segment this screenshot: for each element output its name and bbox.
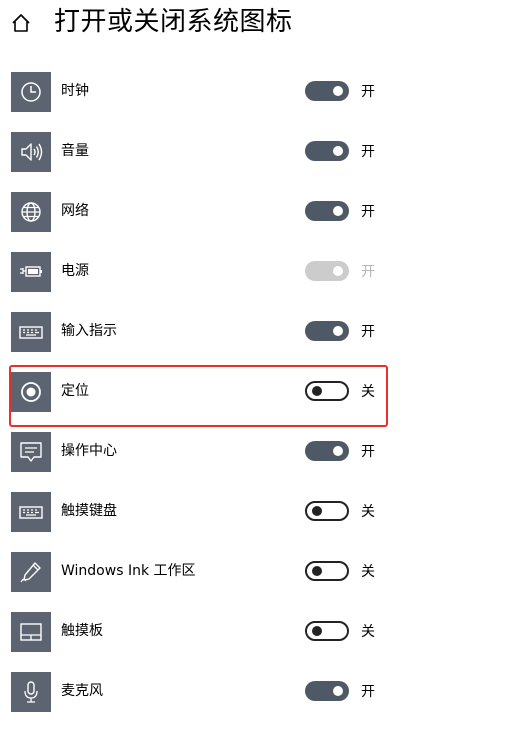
toggle-state-label: 关	[361, 504, 375, 520]
toggle-state-label: 开	[361, 144, 375, 160]
page-header: 打开或关闭系统图标	[0, 0, 509, 50]
setting-row-action-center: 操作中心 开	[0, 426, 509, 486]
setting-row-clock: 时钟 开	[0, 66, 509, 126]
toggle-knob	[333, 206, 343, 216]
volume-toggle[interactable]	[305, 141, 349, 161]
toggle-state-label: 开	[361, 264, 375, 280]
setting-label: 音量	[61, 143, 89, 159]
input-indicator-toggle[interactable]	[305, 321, 349, 341]
action-center-icon	[11, 432, 51, 472]
power-toggle	[305, 261, 349, 281]
setting-label: 操作中心	[61, 443, 117, 459]
setting-row-input-indicator: 输入指示 开	[0, 306, 509, 366]
setting-label: 输入指示	[61, 323, 117, 339]
microphone-icon	[11, 672, 51, 712]
clock-icon	[11, 72, 51, 112]
setting-label: 麦克风	[61, 683, 103, 699]
touch-keyboard-icon	[11, 492, 51, 532]
toggle-state-label: 关	[361, 564, 375, 580]
toggle-state-label: 开	[361, 204, 375, 220]
globe-icon	[11, 192, 51, 232]
toggle-state-label: 关	[361, 624, 375, 640]
toggle-knob	[333, 146, 343, 156]
setting-label: 网络	[61, 203, 89, 219]
home-icon[interactable]	[10, 12, 32, 34]
toggle-knob	[312, 626, 322, 636]
toggle-knob	[333, 86, 343, 96]
touchpad-toggle[interactable]	[305, 621, 349, 641]
toggle-knob	[333, 446, 343, 456]
setting-row-touch-keyboard: 触摸键盘 关	[0, 486, 509, 546]
setting-label: 时钟	[61, 83, 89, 99]
network-toggle[interactable]	[305, 201, 349, 221]
action-center-toggle[interactable]	[305, 441, 349, 461]
touch-keyboard-toggle[interactable]	[305, 501, 349, 521]
clock-toggle[interactable]	[305, 81, 349, 101]
toggle-state-label: 开	[361, 684, 375, 700]
setting-row-microphone: 麦克风 开	[0, 666, 509, 726]
setting-row-volume: 音量 开	[0, 126, 509, 186]
setting-row-network: 网络 开	[0, 186, 509, 246]
setting-label: 触摸板	[61, 623, 103, 639]
toggle-knob	[312, 566, 322, 576]
windows-ink-toggle[interactable]	[305, 561, 349, 581]
battery-plug-icon	[11, 252, 51, 292]
toggle-knob	[312, 506, 322, 516]
toggle-knob	[333, 266, 343, 276]
toggle-knob	[333, 326, 343, 336]
setting-row-windows-ink: Windows Ink 工作区 关	[0, 546, 509, 606]
setting-label: Windows Ink 工作区	[61, 563, 196, 579]
toggle-state-label: 开	[361, 444, 375, 460]
toggle-state-label: 开	[361, 324, 375, 340]
pen-icon	[11, 552, 51, 592]
setting-row-power: 电源 开	[0, 246, 509, 306]
setting-row-touchpad: 触摸板 关	[0, 606, 509, 666]
setting-label: 电源	[61, 263, 89, 279]
toggle-state-label: 开	[361, 84, 375, 100]
setting-label: 触摸键盘	[61, 503, 117, 519]
page-title: 打开或关闭系统图标	[54, 7, 293, 37]
microphone-toggle[interactable]	[305, 681, 349, 701]
keyboard-icon	[11, 312, 51, 352]
touchpad-icon	[11, 612, 51, 652]
toggle-knob	[333, 686, 343, 696]
volume-icon	[11, 132, 51, 172]
highlight-box	[9, 365, 388, 427]
